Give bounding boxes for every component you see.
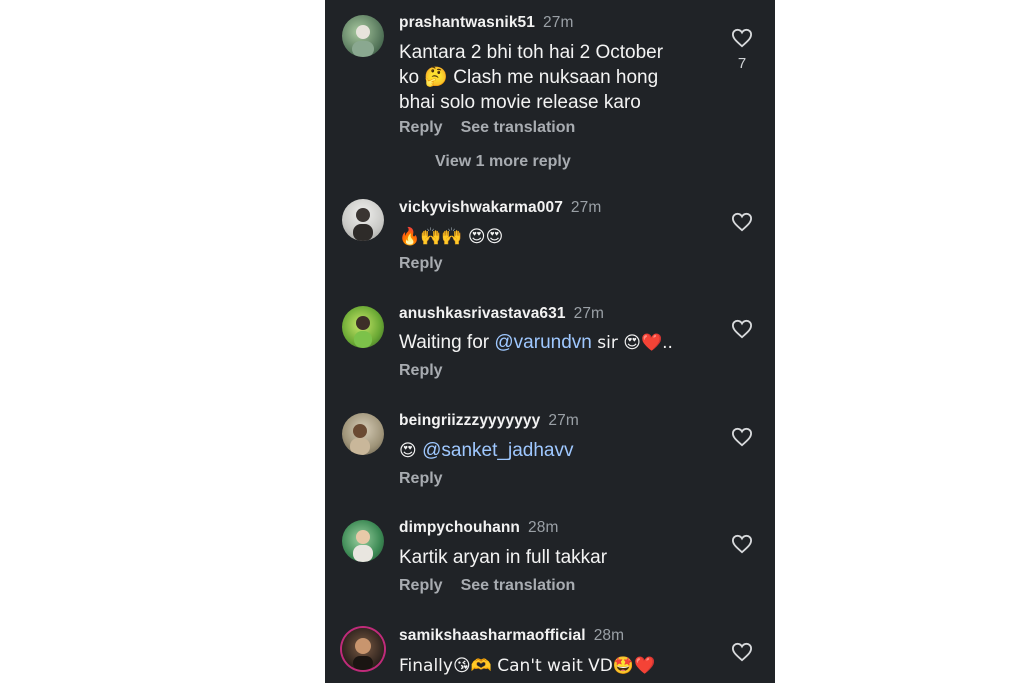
comment-username[interactable]: samikshaasharmaofficial 28m [399,627,624,645]
comment-username[interactable]: dimpychouhann 28m [399,519,558,537]
comments-panel: prashantwasnik51 27m Kantara 2 bhi toh ha… [325,0,775,683]
comment-text: Waiting for @varundvn sir 😍❤️.. [399,332,673,353]
comment-actions: Reply See translation [399,119,593,137]
comment-username[interactable]: beingriizzzyyyyyyy 27m [399,412,579,430]
like-count: 7 [737,55,747,72]
comment-text: Kantara 2 bhi toh hai 2 October ko 🤔 Cla… [399,42,664,113]
comment-text: Finally😘🫶 Can't wait VD🤩❤️ [399,656,656,676]
heart-icon[interactable] [731,319,753,339]
comment-username[interactable]: prashantwasnik51 27m [399,14,573,32]
comment-time: 28m [528,519,559,536]
avatar[interactable] [342,306,384,348]
reply-button[interactable]: Reply [399,362,443,379]
reply-button[interactable]: Reply [399,470,443,487]
heart-icon[interactable] [731,212,753,232]
see-translation-button[interactable]: See translation [461,119,576,136]
heart-icon[interactable] [731,642,753,662]
comment-time: 27m [570,199,602,216]
avatar[interactable] [342,413,384,455]
heart-icon[interactable] [731,28,753,48]
reply-button[interactable]: Reply [399,577,443,594]
avatar[interactable] [342,15,384,57]
comment-time: 27m [543,14,574,31]
comment-text: 🔥🙌🙌 😍😍 [399,227,504,247]
comment-text: Kartik aryan in full takkar [399,547,608,568]
see-translation-button[interactable]: See translation [461,577,576,594]
comment-time: 27m [548,412,579,429]
reply-button[interactable]: Reply [399,119,443,136]
view-more-replies-button[interactable]: View 1 more reply [435,153,571,171]
comment-actions: Reply [399,362,461,380]
heart-icon[interactable] [731,427,753,447]
comment-actions: Reply [399,255,461,273]
avatar[interactable] [342,628,384,670]
comment-time: 28m [593,627,625,644]
mention-link[interactable]: @sanket_jadhavv [422,440,573,461]
comment-actions: Reply See translation [399,577,593,595]
comment-username[interactable]: anushkasrivastava631 27m [399,305,604,323]
reply-button[interactable]: Reply [399,255,443,272]
comment-actions: Reply [399,470,461,488]
comment-username[interactable]: vickyvishwakarma007 27m [399,199,601,217]
avatar[interactable] [342,520,384,562]
comment-time: 27m [573,305,605,322]
heart-icon[interactable] [731,534,753,554]
comment-text: 😍 @sanket_jadhavv [399,440,574,461]
mention-link[interactable]: @varundvn [494,332,591,353]
avatar[interactable] [342,199,384,241]
